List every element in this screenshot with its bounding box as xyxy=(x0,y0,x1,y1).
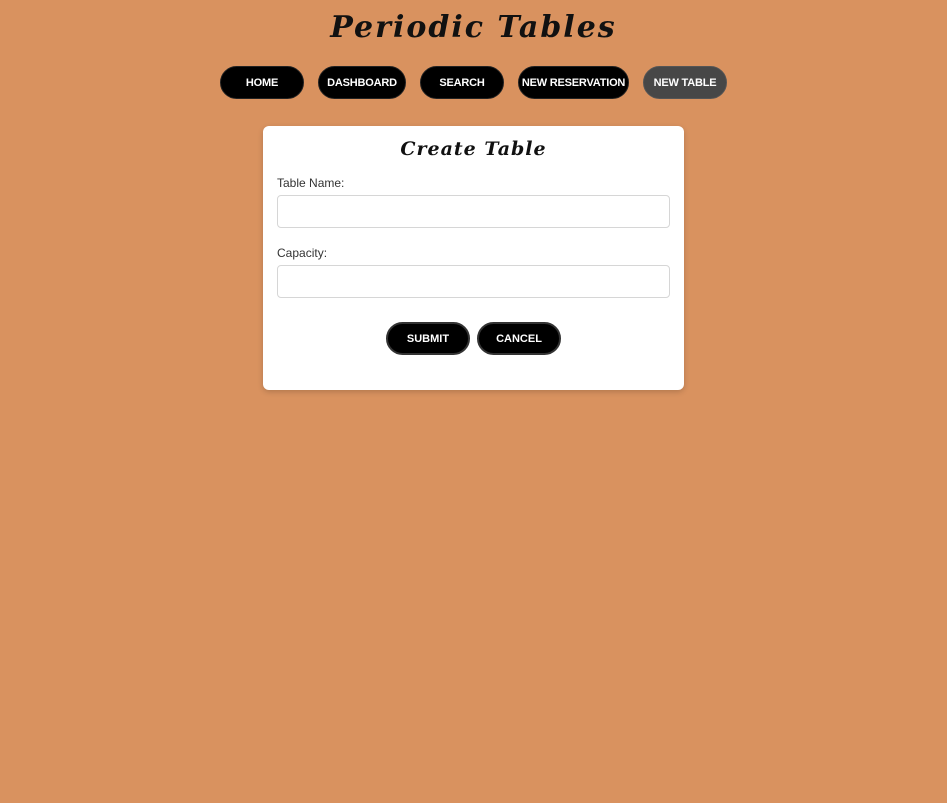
table-name-input[interactable] xyxy=(277,195,670,228)
nav-dashboard-button[interactable]: Dashboard xyxy=(318,66,406,99)
nav-new-reservation-button[interactable]: New Reservation xyxy=(518,66,629,99)
main-nav: Home Dashboard Search New Reservation Ne… xyxy=(0,66,947,99)
nav-search-button[interactable]: Search xyxy=(420,66,504,99)
capacity-label: Capacity: xyxy=(277,246,328,260)
submit-button[interactable]: Submit xyxy=(386,322,470,355)
nav-new-table-button[interactable]: New Table xyxy=(643,66,727,99)
create-table-card: Create Table Table Name: Capacity: Submi… xyxy=(263,126,684,390)
nav-home-button[interactable]: Home xyxy=(220,66,304,99)
table-name-label: Table Name: xyxy=(277,176,345,190)
capacity-input[interactable] xyxy=(277,265,670,298)
app-title: Periodic Tables xyxy=(330,10,617,45)
form-title: Create Table xyxy=(400,138,547,160)
cancel-button[interactable]: Cancel xyxy=(477,322,561,355)
